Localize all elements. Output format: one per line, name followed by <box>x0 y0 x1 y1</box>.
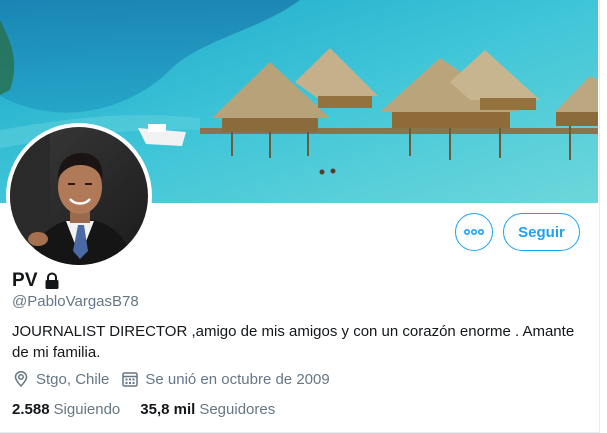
profile-avatar[interactable] <box>6 123 152 269</box>
more-options-button[interactable] <box>455 213 493 251</box>
avatar-photo <box>10 127 148 265</box>
followers-label: Seguidores <box>199 400 276 418</box>
profile-bio: JOURNALIST DIRECTOR ,amigo de mis amigos… <box>12 323 575 361</box>
joined-item: Se unió en octubre de 2009 <box>121 370 330 388</box>
joined-text: Se unió en octubre de 2009 <box>145 370 330 388</box>
following-label: Siguiendo <box>53 400 121 418</box>
location-text: Stgo, Chile <box>36 370 110 388</box>
followers-count: 35,8 mil <box>140 400 196 418</box>
profile-handle: @PabloVargasB78 <box>12 293 139 310</box>
more-dots-icon <box>463 228 485 236</box>
display-name: PV <box>12 270 38 291</box>
lock-icon <box>45 272 59 289</box>
profile-name-row: PV <box>12 270 62 292</box>
profile-stats: 2.588 Siguiendo 35,8 mil Seguidores <box>12 399 275 419</box>
following-count: 2.588 <box>12 400 50 418</box>
calendar-icon <box>122 372 139 387</box>
followers-link[interactable]: 35,8 mil Seguidores <box>140 401 275 418</box>
following-link[interactable]: 2.588 Siguiendo <box>12 401 120 418</box>
follow-button[interactable]: Seguir <box>503 213 580 251</box>
location-item: Stgo, Chile <box>12 370 109 388</box>
location-pin-icon <box>14 371 28 388</box>
profile-meta: Stgo, Chile Se unió en octubre de 2009 <box>12 369 330 389</box>
profile-card: Seguir PV @PabloVargasB78 JOURNALIST DIR… <box>0 0 600 433</box>
